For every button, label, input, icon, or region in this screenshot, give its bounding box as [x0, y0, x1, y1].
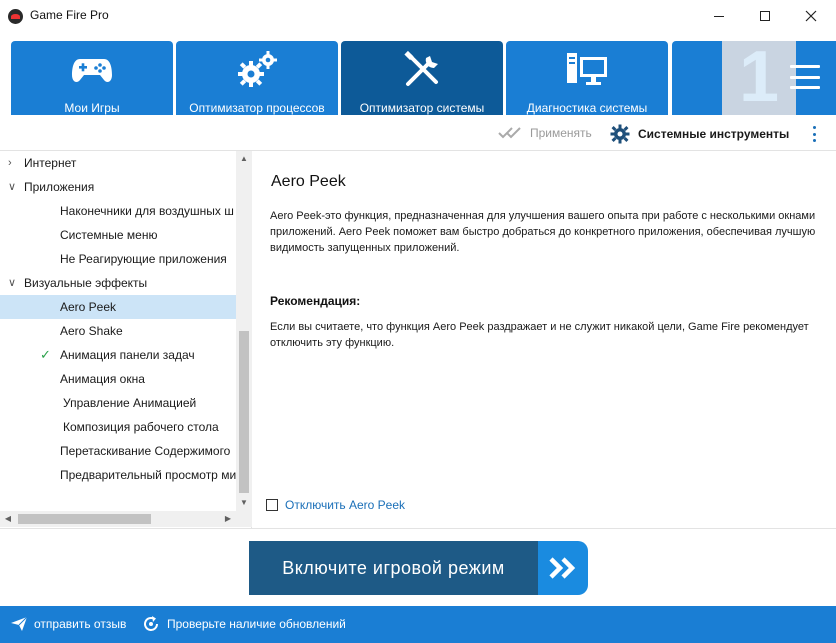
maximize-button[interactable]	[742, 0, 788, 32]
toolbar: Применять Системные инструменты	[0, 117, 836, 151]
game-mode-label: Включите игровой режим	[249, 541, 538, 595]
send-feedback-link[interactable]: отправить отзыв	[10, 616, 126, 632]
minimize-icon	[714, 15, 724, 17]
gears-icon	[176, 51, 338, 89]
recommendation-text: Если вы считаете, что функция Aero Peek …	[270, 321, 809, 349]
scroll-up-icon[interactable]: ▲	[236, 151, 252, 167]
detail-pane: Aero Peek Aero Peek-это функция, предназ…	[253, 151, 836, 528]
minimize-button[interactable]	[696, 0, 742, 32]
detail-title: Aero Peek	[271, 173, 346, 190]
tools-icon	[341, 50, 503, 89]
chevron-down-icon[interactable]: ∨	[8, 276, 18, 290]
scrollbar-corner	[236, 511, 252, 527]
apply-label: Применять	[530, 126, 592, 140]
tree-vertical-scrollbar[interactable]: ▲ ▼	[236, 151, 252, 511]
scroll-thumb[interactable]	[18, 514, 151, 524]
disable-aero-peek-checkbox[interactable]	[266, 499, 278, 511]
maximize-icon	[760, 11, 770, 21]
header: Мои Игры Оптимизатор процессов Оптимизат…	[0, 32, 836, 149]
refresh-icon	[144, 616, 158, 631]
more-vertical-icon	[812, 126, 816, 129]
settings-tree: › Интернет ∨ Приложения Наконечники для …	[0, 151, 252, 528]
tab-my-games[interactable]: Мои Игры	[11, 41, 173, 115]
tree-item-air-tips[interactable]: Наконечники для воздушных ш	[0, 199, 236, 223]
tab-label: Диагностика системы	[526, 101, 648, 115]
check-updates-link[interactable]: Проверьте наличие обновлений	[141, 614, 346, 634]
app-logo-icon	[8, 9, 23, 24]
gamepad-icon	[11, 51, 173, 89]
window-title: Game Fire Pro	[30, 8, 109, 22]
gear-icon	[610, 124, 630, 144]
brand-area: 1	[672, 41, 836, 115]
double-check-icon	[498, 127, 521, 139]
scroll-down-icon[interactable]: ▼	[236, 495, 252, 511]
hamburger-menu-button[interactable]	[790, 65, 820, 89]
brand-badge: 1	[722, 41, 796, 115]
hamburger-icon	[790, 65, 820, 68]
computer-icon	[506, 51, 668, 89]
system-tools-button[interactable]: Системные инструменты	[610, 124, 789, 144]
tree-item-thumbnail-preview[interactable]: Предварительный просмотр ми	[0, 463, 236, 487]
tab-label: Оптимизатор системы	[359, 101, 485, 115]
detail-description: Aero Peek-это функция, предназначенная д…	[270, 210, 816, 254]
tab-process-optimizer[interactable]: Оптимизатор процессов	[176, 41, 338, 115]
status-bar: отправить отзыв Проверьте наличие обновл…	[0, 606, 836, 643]
tree-item-taskbar-animation[interactable]: ✓ Анимация панели задач	[0, 343, 236, 367]
scroll-thumb[interactable]	[239, 331, 249, 493]
tree-item-internet[interactable]: › Интернет	[0, 151, 236, 175]
tree-item-animation-control[interactable]: Управление Анимацией	[0, 391, 236, 415]
tree-item-drag-content[interactable]: Перетаскивание Содержимого	[0, 439, 236, 463]
chevron-down-icon[interactable]: ∨	[8, 180, 18, 194]
tree-item-visual-effects[interactable]: ∨ Визуальные эффекты	[0, 271, 236, 295]
close-icon	[805, 10, 817, 22]
tab-system-diagnostics[interactable]: Диагностика системы	[506, 41, 668, 115]
apply-button[interactable]: Применять	[498, 126, 592, 140]
tab-label: Мои Игры	[64, 101, 120, 115]
bottom-panel: Включите игровой режим	[0, 528, 836, 606]
scroll-right-icon[interactable]: ▶	[220, 511, 236, 527]
more-options-button[interactable]	[810, 126, 818, 142]
tree-item-aero-peek[interactable]: Aero Peek	[0, 295, 236, 319]
checkmark-icon: ✓	[40, 347, 51, 362]
game-mode-button[interactable]: Включите игровой режим	[249, 541, 589, 595]
tree-item-applications[interactable]: ∨ Приложения	[0, 175, 236, 199]
tree-item-aero-shake[interactable]: Aero Shake	[0, 319, 236, 343]
tree-horizontal-scrollbar[interactable]: ◀ ▶	[0, 511, 236, 527]
updates-label: Проверьте наличие обновлений	[167, 617, 346, 631]
double-chevron-right-icon	[538, 541, 588, 595]
title-bar: Game Fire Pro	[0, 0, 836, 32]
tree-item-desktop-composition[interactable]: Композиция рабочего стола	[0, 415, 236, 439]
feedback-label: отправить отзыв	[34, 617, 127, 631]
tree-item-not-responding-apps[interactable]: Не Реагирующие приложения	[0, 247, 236, 271]
close-button[interactable]	[788, 0, 834, 32]
tab-system-optimizer[interactable]: Оптимизатор системы	[341, 41, 503, 115]
tree-item-window-animation[interactable]: Анимация окна	[0, 367, 236, 391]
recommendation-heading: Рекомендация:	[270, 294, 361, 308]
chevron-right-icon[interactable]: ›	[8, 156, 18, 170]
disable-aero-peek-toggle[interactable]: Отключить Aero Peek	[266, 498, 405, 512]
tree-item-system-menus[interactable]: Системные меню	[0, 223, 236, 247]
disable-aero-peek-label[interactable]: Отключить Aero Peek	[285, 498, 405, 512]
tab-label: Оптимизатор процессов	[189, 101, 325, 115]
system-tools-label: Системные инструменты	[638, 127, 790, 141]
scroll-left-icon[interactable]: ◀	[0, 511, 16, 527]
paper-plane-icon	[11, 616, 28, 631]
